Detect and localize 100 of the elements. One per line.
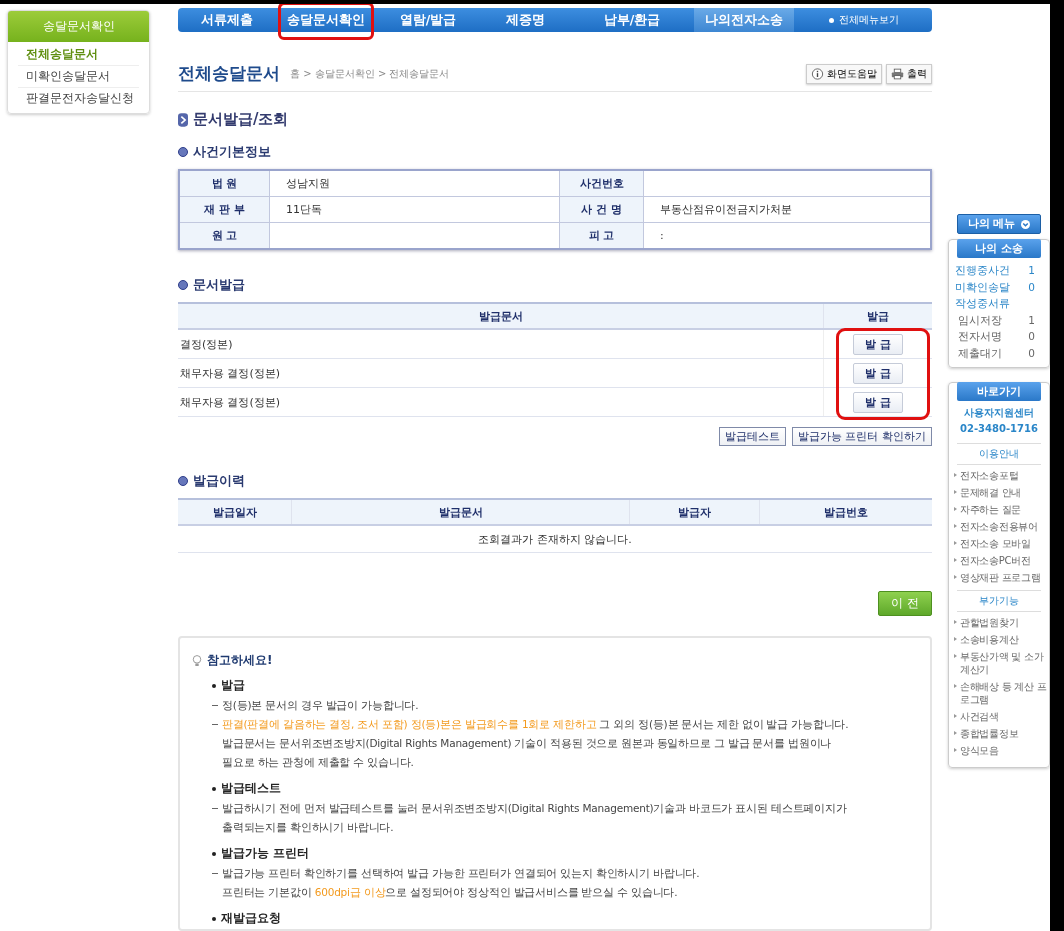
column-header: 발급문서 [292,500,630,524]
my-menu-button[interactable]: 나의 메뉴 [957,214,1041,234]
dash-icon [212,705,218,706]
nav-tab[interactable]: 납부/환급 [572,8,692,32]
panel-title: 바로가기 [957,382,1041,401]
dash-icon [212,873,218,874]
issue-button[interactable]: 발 급 [853,333,903,355]
shortcut-link[interactable]: 부동산가액 및 소가계산기 [960,650,1047,676]
sidebar-item[interactable]: 전체송달문서 [18,44,139,66]
notice-text: 출력되는지를 확인하시기 바랍니다. [222,820,394,835]
bullet-icon [954,541,957,545]
table-header-cell: 사건번호 [560,171,644,196]
notice-text: 정(등)본 문서의 경우 발급이 가능합니다. [222,698,419,713]
shortcut-link[interactable]: 전자소송포털 [960,469,1019,482]
info-icon [811,67,824,80]
all-menu-link[interactable]: 전체메뉴보기 [796,8,932,32]
help-button[interactable]: 화면도움말 [806,63,882,84]
nav-tab[interactable]: 서류제출 [182,8,272,32]
count-text: 1 [1028,312,1035,328]
bullet-icon [178,476,188,486]
sidebar-item[interactable]: 미확인송달문서 [18,66,139,88]
issue-button[interactable]: 발 급 [853,362,903,384]
shortcut-link[interactable]: 전자소송 모바일 [960,537,1031,550]
table-cell-text: 부동산점유이전금지가처분 [659,202,793,218]
page-title: 전체송달문서 [178,62,280,85]
nav-tab[interactable]: 제증명 [480,8,570,32]
bullet-icon [954,684,957,688]
support-center-label: 사용자지원센터 [963,406,1035,420]
shortcut-link[interactable]: 양식모음 [960,744,999,757]
bullet-icon [954,654,957,658]
sidebar-item[interactable]: 판결문전자송달신청 [18,88,139,109]
bullet-icon [212,683,216,688]
count-text: 0 [1028,345,1035,361]
my-case-link[interactable]: 제출대기 [955,344,1002,361]
shortcut-link[interactable]: 자주하는 질문 [960,503,1022,516]
shortcut-link[interactable]: 관할법원찾기 [960,616,1019,629]
table-header-cell: 법 원 [180,171,270,196]
issue-action-button[interactable]: 발급가능 프린터 확인하기 [792,427,932,446]
group-title: 이용안내 [957,443,1041,465]
shortcut-link[interactable]: 영상재판 프로그램 [960,571,1041,584]
column-header: 발급문서 [178,304,824,328]
breadcrumb: 홈 > 송달문서확인 > 전체송달문서 [290,66,450,81]
column-header: 발급자 [630,500,760,524]
table-header-cell: 사 건 명 [560,197,644,222]
chevron-down-icon [1021,219,1031,229]
notice-heading: 재발급요청 [221,911,281,926]
nav-tab[interactable]: 송달문서확인 [286,8,366,32]
print-button[interactable]: 출력 [886,63,932,84]
shortcut-link[interactable]: 사건검색 [960,710,999,723]
table-cell-text: : [659,228,665,244]
column-header: 발급일자 [178,500,292,524]
table-header-cell: 피 고 [560,223,644,248]
count-text: 1 [1028,263,1035,278]
issue-action-button[interactable]: 발급테스트 [719,427,786,446]
phone-number: 02-3480-1716 [959,422,1039,436]
table-header-cell: 재 판 부 [180,197,270,222]
notice-text: 판결(판결에 갈음하는 결정, 조서 포함) 정(등)본은 발급회수를 1회로 제한하고 그 외의 정(등)본 문서는 제한 없이 발급 가능합니다. [222,717,849,732]
subsection-title: 발급이력 [193,472,245,490]
printer-icon [891,67,904,80]
bullet-icon [954,558,957,562]
shortcut-link[interactable]: 전자소송PC버전 [960,554,1031,567]
count-text: 0 [1028,329,1035,344]
table-header-cell: 원 고 [180,223,270,248]
my-case-link[interactable]: 전자서명 [955,328,1002,345]
nav-tab[interactable]: 열람/발급 [378,8,478,32]
notice-text: 프린터는 기본값이 600dpi급 이상으로 설정되어야 정상적인 발급서비스를 받으실 수 있습니다. [222,885,678,900]
notice-text: 발급가능 프린터 확인하기를 선택하여 발급 가능한 프린터가 연결되어 있는지 확인하시기 바랍니다. [222,866,700,881]
notice-heading: 발급 [221,678,245,693]
bullet-icon [954,473,957,477]
shortcut-link[interactable]: 종합법률정보 [960,727,1019,740]
my-case-link[interactable]: 임시저장 [955,311,1002,328]
shortcut-link[interactable]: 전자소송전용뷰어 [960,520,1038,533]
my-case-link[interactable]: 진행중사건 [955,262,1010,279]
bullet-icon [212,851,216,856]
section-title: 문서발급/조회 [193,110,289,129]
subsection-title: 사건기본정보 [193,143,271,161]
my-case-link[interactable]: 미확인송달 [955,278,1010,295]
lightbulb-icon [192,653,202,668]
issue-button[interactable]: 발 급 [853,391,903,413]
shortcut-link[interactable]: 문제해결 안내 [960,486,1022,499]
bullet-icon [954,731,957,735]
shortcut-link[interactable]: 소송비용계산 [960,633,1019,646]
shortcut-link[interactable]: 손해배상 등 계산 프로그램 [960,680,1047,706]
bullet-icon [954,748,957,752]
count-text: 0 [1028,279,1035,295]
bullet-icon [954,490,957,494]
bullet-icon [178,280,188,290]
table-cell: 결정(정본) [178,330,824,358]
bullet-icon [954,575,957,579]
bullet-icon [954,714,957,718]
notice-text: 발급문서는 문서위조변조방지(Digital Rights Management) 기술이 적용된 것으로 원본과 동일하므로 그 발급 문서를 법원이나 [222,736,832,751]
panel-title: 나의 소송 [957,239,1041,258]
notice-text: 발급하시기 전에 먼저 발급테스트를 눌러 문서위조변조방지(Digital Rights Management)기술과 바코드가 표시된 테스트페이지가 [222,801,847,816]
bullet-icon [954,620,957,624]
bullet-icon [954,524,957,528]
table-cell: 채무자용 결정(정본) [178,359,824,387]
arrow-icon [178,112,188,127]
my-case-link[interactable]: 작성중서류 [955,295,1010,312]
table-cell: 채무자용 결정(정본) [178,388,824,416]
bullet-icon [212,786,216,791]
